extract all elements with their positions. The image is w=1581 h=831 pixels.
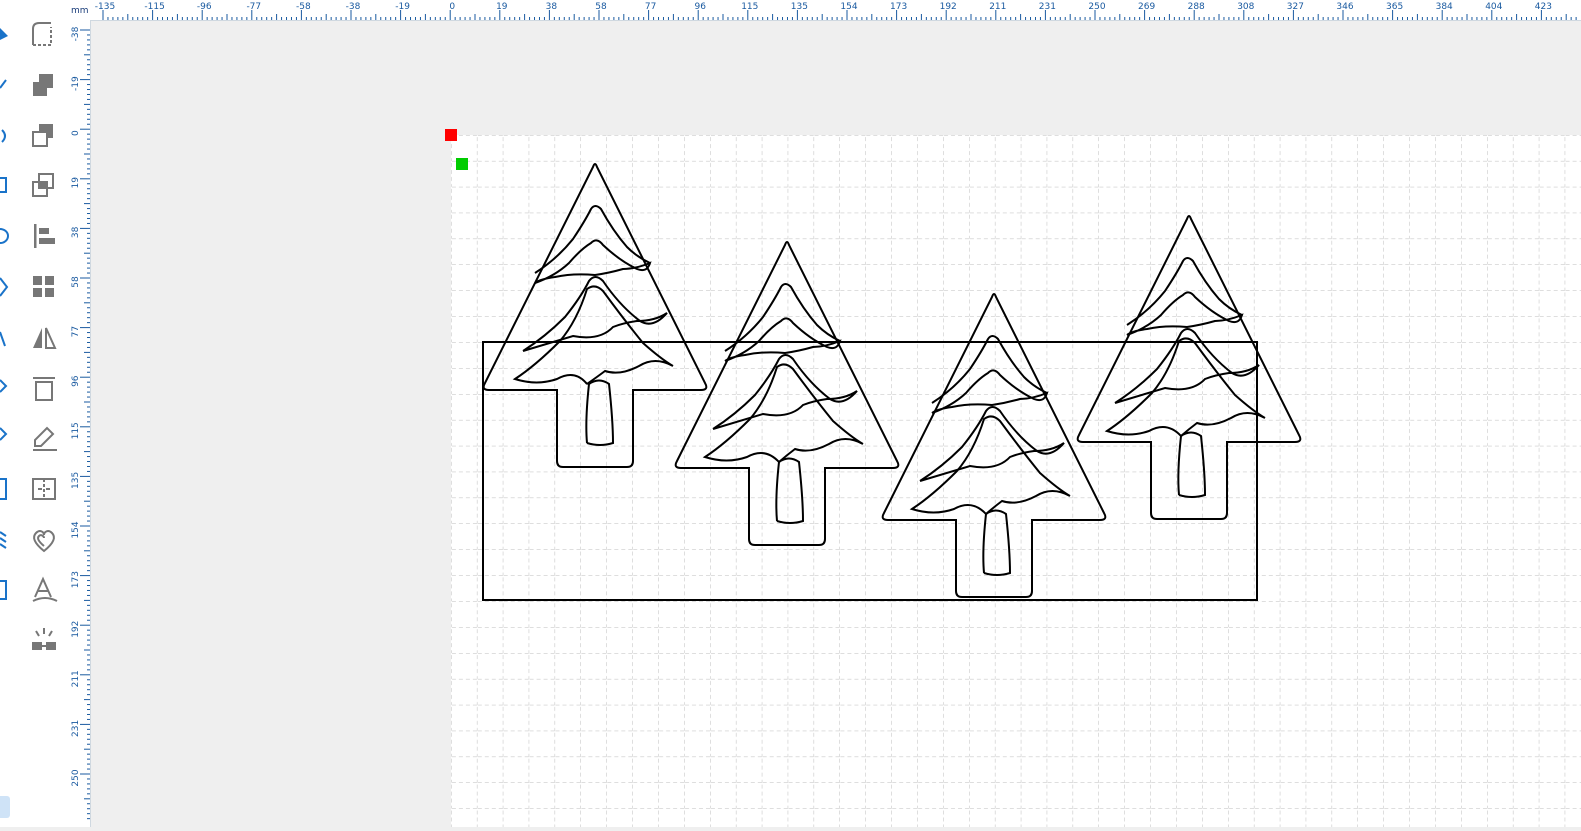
- tool-panel-icons: [32, 22, 58, 650]
- top-ruler-label: 327: [1287, 2, 1304, 12]
- origin-marker-green[interactable]: [456, 158, 468, 170]
- left-ruler-label: 173: [71, 571, 81, 588]
- image-tool-icon: [0, 478, 7, 500]
- design-canvas[interactable]: [91, 21, 1581, 827]
- left-ruler-label: 0: [71, 130, 81, 136]
- top-ruler-label: -77: [246, 2, 261, 12]
- top-ruler-label: 269: [1138, 2, 1155, 12]
- top-ruler-ticks: -135 -115 -96 -77 -58 -38 -19 0 19 38 58 77 96 115 135…: [95, 2, 1577, 20]
- left-ruler-label: 211: [71, 670, 81, 687]
- origin-marker-red[interactable]: [445, 129, 457, 141]
- bottom-tab-icon: [0, 796, 10, 818]
- left-ruler-label: 231: [71, 720, 81, 737]
- canvas-svg[interactable]: [91, 21, 1581, 827]
- left-ruler-label: -38: [71, 26, 81, 41]
- top-ruler-label: 231: [1039, 2, 1056, 12]
- left-ruler-label: 96: [71, 375, 81, 387]
- top-ruler-label: 404: [1485, 2, 1502, 12]
- top-ruler-label: 346: [1336, 2, 1353, 12]
- subtract-icon[interactable]: [32, 124, 53, 147]
- star-tool-icon: [0, 379, 8, 393]
- tool-panel: [16, 0, 68, 827]
- left-ruler-label: 77: [71, 326, 81, 337]
- top-ruler-label: -38: [346, 2, 361, 12]
- top-ruler-label: 308: [1237, 2, 1254, 12]
- top-ruler-label: 192: [940, 2, 957, 12]
- split-frame-icon[interactable]: [32, 478, 56, 500]
- align-left-icon[interactable]: [34, 224, 55, 248]
- arrow-tool-icon: [0, 427, 8, 441]
- rect-tool-icon: [0, 177, 7, 193]
- top-ruler-label: -115: [144, 2, 164, 12]
- left-ruler-label: 135: [71, 472, 81, 489]
- top-ruler-label: 211: [989, 2, 1006, 12]
- top-ruler-label: 135: [791, 2, 808, 12]
- top-ruler-label: 423: [1535, 2, 1552, 12]
- top-ruler-label: -96: [197, 2, 212, 12]
- corner-round-icon[interactable]: [32, 22, 52, 46]
- top-ruler-label: 365: [1386, 2, 1403, 12]
- polygon-tool-icon: [0, 277, 9, 297]
- table-tool-icon: [0, 580, 7, 600]
- left-ruler-label: 250: [71, 769, 81, 786]
- text-path-icon[interactable]: [32, 576, 58, 602]
- mirror-icon[interactable]: [33, 327, 57, 349]
- top-ruler-label: 250: [1088, 2, 1105, 12]
- layers-tool-icon: [0, 531, 7, 549]
- resize-frame-icon[interactable]: [33, 377, 55, 401]
- top-ruler[interactable]: mm -135 -115 -96 -77 -58 -38 -19 0 19 38 58 77 96 115…: [68, 0, 1581, 21]
- top-ruler-label: 19: [496, 2, 508, 12]
- left-tool-strip: [0, 0, 16, 827]
- triangle-tool-icon: [0, 331, 6, 347]
- union-icon[interactable]: [33, 74, 53, 96]
- left-ruler[interactable]: -38 -19 0 19 38 58 77 96 115 135 154 173 192 211 231 25…: [68, 20, 91, 827]
- top-ruler-label: 58: [595, 2, 607, 12]
- edit-path-icon[interactable]: [33, 426, 57, 451]
- top-ruler-label: -19: [395, 2, 410, 12]
- line-tool-icon: [0, 79, 7, 89]
- left-ruler-label: 115: [71, 422, 81, 439]
- top-ruler-label: 115: [741, 2, 758, 12]
- offset-heart-icon[interactable]: [33, 530, 55, 553]
- left-ruler-label: 192: [71, 621, 81, 638]
- select-arrow-icon: [0, 28, 8, 40]
- left-ruler-label: 58: [71, 276, 81, 288]
- top-ruler-label: 38: [546, 2, 558, 12]
- left-ruler-label: 154: [71, 521, 81, 538]
- left-strip-icons: [0, 28, 10, 818]
- top-ruler-label: -58: [296, 2, 311, 12]
- ellipse-tool-icon: [0, 228, 9, 244]
- top-ruler-label: 384: [1436, 2, 1453, 12]
- top-ruler-label: 173: [890, 2, 907, 12]
- intersect-icon[interactable]: [32, 173, 54, 197]
- grid-array-icon[interactable]: [33, 276, 54, 297]
- top-ruler-label: 96: [694, 2, 706, 12]
- left-ruler-label: -19: [71, 76, 81, 91]
- left-ruler-ticks: -38 -19 0 19 38 58 77 96 115 135 154 173 192 211 231 25…: [71, 26, 90, 820]
- top-ruler-label: 0: [449, 2, 455, 12]
- laser-icon[interactable]: [32, 628, 56, 650]
- curve-tool-icon: [1, 129, 6, 143]
- top-ruler-label: 77: [645, 2, 656, 12]
- left-ruler-label: 38: [71, 226, 81, 238]
- top-ruler-label: 288: [1188, 2, 1205, 12]
- left-ruler-label: 19: [71, 177, 81, 189]
- top-ruler-label: -135: [95, 2, 115, 12]
- top-ruler-label: 154: [840, 2, 857, 12]
